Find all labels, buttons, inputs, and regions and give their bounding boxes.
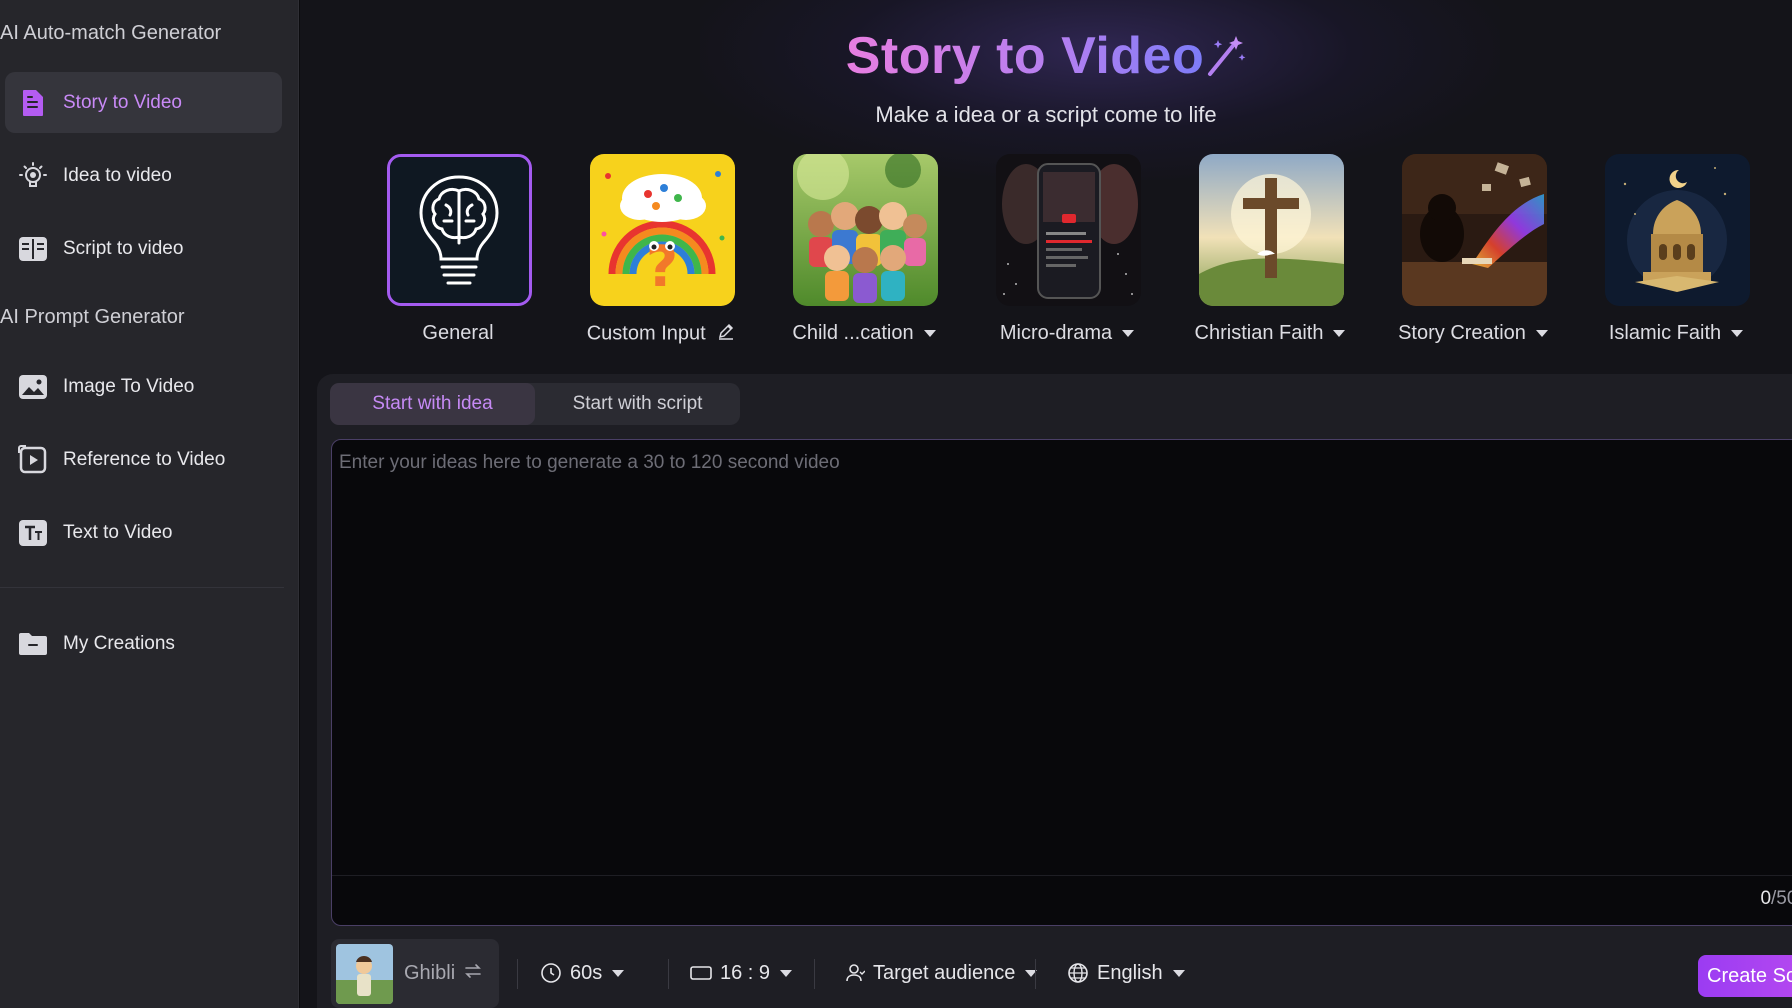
- cross-illustration: [1199, 154, 1344, 306]
- section-heading-auto-match: AI Auto-match Generator: [0, 22, 222, 44]
- category-label: Islamic Faith: [1581, 322, 1771, 345]
- sidebar-item-image-to-video[interactable]: Image To Video: [5, 356, 282, 417]
- idea-editor: 0/500: [331, 439, 1792, 926]
- rainbow-question-illustration: ?: [590, 154, 735, 306]
- category-label: Story Creation: [1378, 322, 1568, 345]
- sidebar-item-text-to-video[interactable]: Text to Video: [5, 502, 282, 563]
- sidebar-item-label: Reference to Video: [63, 448, 226, 470]
- aspect-ratio-dropdown[interactable]: 16 : 9: [690, 958, 793, 988]
- style-thumbnail: [336, 943, 393, 1004]
- style-selector[interactable]: Ghibli: [331, 939, 499, 1008]
- category-thumbnail: [1605, 154, 1750, 306]
- category-story-creation[interactable]: Story Creation: [1398, 154, 1548, 354]
- document-icon: [17, 87, 49, 119]
- editor-panel: Start with idea Start with script 0/500 …: [317, 374, 1792, 1008]
- category-label: General: [422, 322, 494, 344]
- sidebar-item-label: Idea to video: [63, 164, 172, 186]
- sidebar: AI Auto-match Generator Story to Video I…: [0, 0, 299, 1008]
- clock-icon: [541, 963, 561, 983]
- page-subtitle: Make a idea or a script come to life: [875, 102, 1217, 127]
- tab-start-with-script[interactable]: Start with script: [535, 383, 740, 425]
- duration-dropdown[interactable]: 60s: [540, 958, 625, 988]
- chevron-down-icon: [780, 969, 793, 977]
- sidebar-divider: [0, 587, 284, 588]
- folder-icon: [17, 628, 49, 660]
- category-islamic-faith[interactable]: Islamic Faith: [1601, 154, 1751, 354]
- chevron-down-icon[interactable]: [1731, 330, 1744, 338]
- sidebar-item-idea-to-video[interactable]: Idea to video: [5, 145, 282, 206]
- language-dropdown[interactable]: English: [1067, 958, 1185, 988]
- category-label: Micro-drama: [972, 322, 1162, 345]
- target-audience-dropdown[interactable]: Target audience: [845, 958, 1038, 988]
- sidebar-item-script-to-video[interactable]: Script to video: [5, 218, 282, 279]
- script-icon: [17, 233, 49, 265]
- aspect-ratio-icon: [690, 966, 712, 980]
- toolbar-divider: [1035, 959, 1036, 989]
- category-label: Child ...cation: [769, 322, 959, 345]
- writer-illustration: [1402, 154, 1547, 306]
- globe-icon: [1068, 963, 1088, 983]
- user-icon: [846, 964, 865, 982]
- phone-drama-illustration: [996, 154, 1141, 306]
- page-title: Story to Video: [845, 27, 1205, 85]
- toolbar-divider: [517, 959, 518, 989]
- category-thumbnail: [1199, 154, 1344, 306]
- character-counter: 0/500: [1760, 888, 1792, 909]
- sidebar-item-label: My Creations: [63, 632, 175, 654]
- create-script-button[interactable]: Create Script: [1698, 955, 1792, 997]
- children-group-illustration: [793, 154, 938, 306]
- sidebar-item-label: Image To Video: [63, 375, 195, 397]
- edit-pencil-icon[interactable]: [717, 322, 735, 346]
- chevron-down-icon: [612, 969, 625, 977]
- lightbulb-icon: [17, 160, 49, 192]
- section-heading-prompt: AI Prompt Generator: [0, 306, 185, 328]
- sidebar-item-label: Script to video: [63, 237, 184, 259]
- mosque-illustration: [1605, 154, 1750, 306]
- category-thumbnail: [1402, 154, 1547, 306]
- text-icon: [17, 517, 49, 549]
- chevron-down-icon[interactable]: [1122, 330, 1135, 338]
- mode-tabs: Start with idea Start with script: [330, 383, 740, 425]
- category-custom-input[interactable]: ? Custom Input: [586, 154, 736, 354]
- editor-footer: 0/500: [332, 875, 1792, 925]
- category-thumbnail: [793, 154, 938, 306]
- title-row: Story to Video: [300, 26, 1792, 86]
- main-content: Story to Video Make a idea or a script c…: [300, 0, 1792, 1008]
- sidebar-item-reference-to-video[interactable]: Reference to Video: [5, 429, 282, 490]
- category-christian-faith[interactable]: Christian Faith: [1195, 154, 1346, 354]
- toolbar-divider: [814, 959, 815, 989]
- swap-icon: [463, 962, 483, 985]
- reference-icon: [17, 444, 49, 476]
- magic-wand-icon: [1206, 34, 1246, 83]
- sidebar-item-my-creations[interactable]: My Creations: [5, 613, 282, 674]
- chevron-down-icon[interactable]: [1333, 330, 1346, 338]
- category-child-education[interactable]: Child ...cation: [789, 154, 939, 354]
- chevron-down-icon: [1172, 969, 1185, 977]
- idea-input[interactable]: [332, 440, 1792, 870]
- image-icon: [17, 371, 49, 403]
- sidebar-item-label: Text to Video: [63, 521, 173, 543]
- tab-start-with-idea[interactable]: Start with idea: [330, 383, 535, 425]
- category-thumbnail: [387, 154, 532, 306]
- sidebar-item-label: Story to Video: [63, 91, 183, 113]
- sidebar-item-story-to-video[interactable]: Story to Video: [5, 72, 282, 133]
- toolbar-divider: [668, 959, 669, 989]
- category-thumbnail: ?: [590, 154, 735, 306]
- category-label: Custom Input: [566, 322, 756, 346]
- chevron-down-icon[interactable]: [923, 330, 936, 338]
- style-name: Ghibli: [404, 962, 456, 984]
- category-thumbnail: [996, 154, 1141, 306]
- category-general[interactable]: General: [383, 154, 533, 354]
- chevron-down-icon[interactable]: [1535, 330, 1548, 338]
- category-label: Christian Faith: [1175, 322, 1365, 345]
- category-micro-drama[interactable]: Micro-drama: [992, 154, 1142, 354]
- brain-bulb-icon: [390, 157, 529, 303]
